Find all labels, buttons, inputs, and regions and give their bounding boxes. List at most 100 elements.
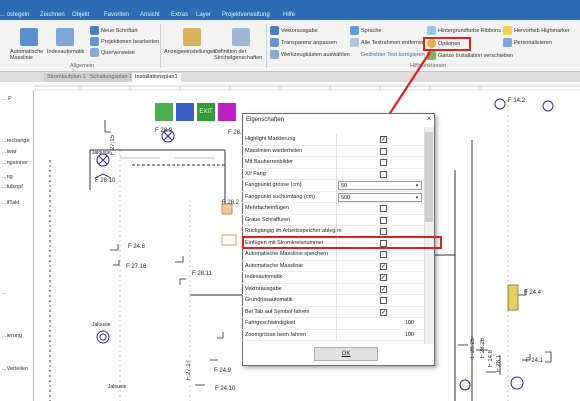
property-row[interactable]: Mehrfacheinfügen <box>242 203 424 215</box>
column-divider <box>336 295 337 307</box>
value-combo[interactable]: 500 ▾ <box>338 192 422 202</box>
column-divider <box>336 214 337 226</box>
scrollbar-thumb[interactable] <box>425 132 433 222</box>
property-label: Fangpunkt grösse (cm) <box>245 182 302 188</box>
checkbox[interactable] <box>380 297 387 304</box>
column-divider <box>336 272 337 284</box>
checkbox-checked[interactable]: ✓ <box>380 262 387 270</box>
drawing-label: F 28.9 <box>155 128 173 134</box>
left-panel-item[interactable]: ...ifTakt <box>2 200 19 206</box>
property-label: Graue Schraffuren <box>245 216 291 223</box>
column-divider <box>336 145 337 157</box>
combo-value: 500 <box>341 194 351 201</box>
property-row[interactable]: Grundrissautomatik <box>242 295 424 307</box>
property-label: Fahrgeschwindigkeit <box>245 320 296 326</box>
property-row[interactable]: Automatische Masslinie ✓ <box>242 260 424 272</box>
left-panel-item[interactable]: ... <box>2 290 7 296</box>
column-divider <box>336 168 337 180</box>
checkbox-checked[interactable]: ✓ <box>380 285 387 293</box>
combo-value: 50 <box>341 183 348 189</box>
drawing-label: F 28.11 <box>192 271 212 277</box>
toolbar-blue-button[interactable] <box>176 103 194 121</box>
column-divider <box>336 203 337 215</box>
drawing-label: F 24.9 <box>214 368 232 374</box>
left-panel-item[interactable]: ...ngstoner <box>2 160 28 166</box>
drawing-label: F 14.2 <box>508 98 526 104</box>
column-divider <box>336 260 337 272</box>
property-row[interactable]: Automatische Masslinie speichern <box>242 249 424 261</box>
dialog-title: Eigenschaften <box>246 117 285 123</box>
toolbar-green-button[interactable] <box>155 103 173 121</box>
property-label: Bei Tab auf Symbol fahren <box>245 308 310 315</box>
property-label: Rückgängig im Arbeitsspeicher ablegen <box>245 228 342 234</box>
drawing-label: F 28.26 <box>480 338 486 359</box>
property-label: Zoomgrösse beim fahren <box>245 331 307 338</box>
checkbox[interactable] <box>380 205 387 212</box>
checkbox[interactable] <box>380 159 387 166</box>
left-panel-item[interactable]: ...Verteilen <box>2 366 28 372</box>
checkbox[interactable] <box>380 251 387 258</box>
drawing-label: F 28.25 <box>470 338 476 359</box>
property-label: Masslinien wiederholen <box>245 147 303 154</box>
left-panel: ... P ...rechange ...iwar ...ngstoner ..… <box>0 90 34 401</box>
checkbox-checked[interactable]: ✓ <box>380 136 387 143</box>
drawing-label: F 28.1 <box>496 355 502 373</box>
property-row[interactable]: Highlight Markierung ✓ <box>242 134 424 146</box>
property-label: Highlight Markierung <box>245 136 296 142</box>
numeric-value[interactable]: 100 <box>405 320 414 326</box>
property-label: Automatische Masslinie <box>245 262 303 269</box>
property-label: Indexautomatik <box>245 274 283 280</box>
highlighted-row-box <box>242 236 442 249</box>
checkbox[interactable] <box>380 228 387 235</box>
drawing-label: F 28.2 <box>222 200 240 206</box>
checkbox[interactable] <box>380 216 387 224</box>
drawing-label: F 28.10 <box>95 178 116 184</box>
close-icon[interactable]: × <box>423 113 435 125</box>
property-label: Mit Bauherrenbilder <box>245 159 293 165</box>
property-row[interactable]: Zoomgrösse beim fahren 100 <box>242 329 424 341</box>
column-divider <box>336 134 337 146</box>
property-row[interactable]: X/I Fang <box>242 168 424 180</box>
drawing-label: F 24.10 <box>215 386 236 392</box>
ok-button[interactable]: OK <box>314 347 378 361</box>
left-panel-item[interactable]: ...rechange <box>2 138 30 144</box>
property-row[interactable]: Masslinien wiederholen <box>242 145 424 157</box>
column-divider <box>336 249 337 261</box>
left-panel-item[interactable]: ...tulkopf <box>2 184 23 190</box>
property-row[interactable]: Fahrgeschwindigkeit 100 <box>242 318 424 330</box>
toolbar-magenta-button[interactable] <box>218 103 236 121</box>
left-panel-item[interactable]: ...ierung <box>2 333 22 339</box>
checkbox[interactable] <box>380 147 387 155</box>
drawing-label: F 24.8 <box>128 244 146 250</box>
checkbox[interactable] <box>380 170 387 178</box>
drawing-label: Jalousie <box>108 384 127 390</box>
property-row[interactable]: Indexautomatik ✓ <box>242 272 424 284</box>
chevron-down-icon[interactable]: ▾ <box>414 183 420 189</box>
property-label: Automatische Masslinie speichern <box>245 251 329 257</box>
left-panel-item[interactable]: ...ng <box>2 174 13 180</box>
property-label: Mehrfacheinfügen <box>245 205 290 211</box>
numeric-value[interactable]: 100 <box>405 332 414 338</box>
property-label: Fangpunkt suchumfang (cm) <box>245 193 316 200</box>
left-panel-item[interactable]: ...iwar <box>2 149 17 155</box>
chevron-down-icon[interactable]: ▾ <box>414 195 420 201</box>
property-row[interactable]: Mit Bauherrenbilder <box>242 157 424 169</box>
property-label: Grundrissautomatik <box>245 297 293 303</box>
column-divider <box>336 157 337 169</box>
checkbox-checked[interactable]: ✓ <box>380 274 387 281</box>
drawing-label: F 27.15 <box>110 135 116 156</box>
property-row[interactable]: Graue Schraffuren <box>242 214 424 226</box>
column-divider <box>336 306 337 318</box>
property-row[interactable]: Bei Tab auf Symbol fahren ✓ <box>242 306 424 318</box>
drawing-label: F 14.8 <box>488 350 494 368</box>
left-panel-item[interactable]: ... P <box>2 96 12 102</box>
exit-button[interactable]: EXIT <box>197 103 215 121</box>
value-combo[interactable]: 50 ▾ <box>338 181 422 190</box>
column-divider <box>336 283 337 295</box>
drawing-label: F 24.4 <box>524 290 542 296</box>
property-row[interactable]: Fangpunkt suchumfang (cm) 500 ▾ <box>242 191 424 203</box>
property-row[interactable]: Vektorausgabe ✓ <box>242 283 424 295</box>
checkbox-checked[interactable]: ✓ <box>380 308 387 316</box>
property-label: Vektorausgabe <box>245 285 282 292</box>
property-row[interactable]: Fangpunkt grösse (cm) 50 ▾ <box>242 180 424 192</box>
